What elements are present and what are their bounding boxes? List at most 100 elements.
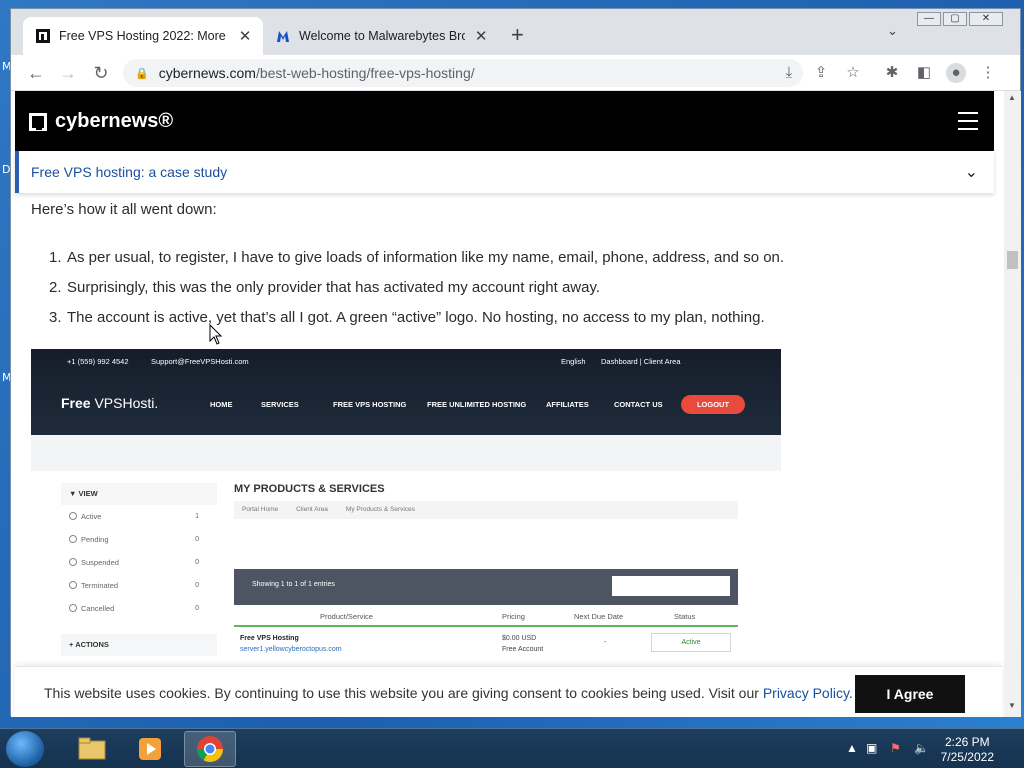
reload-button[interactable]: ↻ (89, 61, 113, 85)
hamburger-menu-icon[interactable] (958, 112, 978, 136)
tab-malwarebytes[interactable]: Welcome to Malwarebytes Brows ✕ (263, 17, 499, 55)
tab-strip: Free VPS Hosting 2022: More Da ✕ Welcome… (11, 9, 1020, 55)
start-button[interactable] (6, 731, 44, 767)
extensions-puzzle-icon[interactable]: ✱ (882, 63, 902, 83)
browser-window: Free VPS Hosting 2022: More Da ✕ Welcome… (10, 8, 1021, 717)
volume-icon[interactable]: 🔈 (914, 741, 929, 755)
screenshot-main: MY PRODUCTS & SERVICES Portal Home Client… (234, 483, 738, 653)
url-host: cybernews.com (158, 65, 256, 81)
screenshot-nav-item: SERVICES (261, 400, 299, 409)
tab-close-icon[interactable]: ✕ (473, 27, 489, 45)
table-of-contents-bar[interactable]: Free VPS hosting: a case study ⌄ (15, 151, 994, 193)
list-item: 1. As per usual, to register, I have to g… (49, 249, 967, 279)
taskbar: ▲ ▣ ⚑ 🔈 2:26 PM 7/25/2022 (0, 728, 1024, 768)
url-path: /best-web-hosting/free-vps-hosting/ (255, 65, 475, 81)
list-number: 1. (49, 249, 62, 266)
screenshot-nav-item: FREE UNLIMITED HOSTING (427, 400, 527, 409)
screenshot-filter-item: Active 1 (61, 505, 217, 528)
screenshot-nav-item: CONTACT US (614, 400, 663, 409)
screenshot-page-title: MY PRODUCTS & SERVICES (234, 483, 385, 495)
tab-close-icon[interactable]: ✕ (237, 27, 253, 45)
install-app-icon[interactable]: ⤓ (779, 63, 799, 83)
cybernews-favicon-icon (35, 28, 51, 44)
tab-title: Free VPS Hosting 2022: More Da (59, 29, 229, 43)
screenshot-top-links: Dashboard | Client Area (601, 357, 681, 366)
maximize-button[interactable]: ▢ (943, 12, 967, 26)
lock-icon: 🔒 (135, 67, 149, 80)
chevron-down-icon[interactable]: ⌄ (965, 162, 978, 182)
cybernews-logo-icon (29, 112, 47, 131)
screenshot-logo: Free VPSHosti. (61, 395, 159, 411)
tab-search-chevron-icon[interactable]: ⌄ (887, 23, 898, 39)
screenshot-sidebar: ▼ VIEW Active 1 Pending 0 Suspended 0 Termi… (61, 483, 217, 656)
cybernews-logo[interactable]: cybernews® (29, 110, 173, 133)
screenshot-table-bar: Showing 1 to 1 of 1 entries (234, 569, 738, 605)
bookmark-star-icon[interactable]: ☆ (843, 63, 863, 83)
profile-avatar-icon[interactable]: ● (946, 63, 966, 83)
close-window-button[interactable]: ✕ (969, 12, 1003, 26)
screenshot-phone: +1 (559) 992 4542 (67, 357, 129, 366)
list-text: Surprisingly, this was the only provider… (67, 279, 601, 296)
mouse-cursor-icon (209, 324, 223, 345)
logo-text: cybernews® (55, 110, 174, 132)
scrollbar-thumb[interactable] (1007, 251, 1018, 269)
screenshot-nav-item: AFFILIATES (546, 400, 589, 409)
steps-list: 1. As per usual, to register, I have to g… (49, 249, 967, 339)
site-header: cybernews® (15, 91, 994, 151)
list-item: 3. The account is active, yet that’s all … (49, 309, 967, 339)
screenshot-band (31, 435, 781, 471)
action-center-icon[interactable]: ⚑ (890, 741, 901, 755)
screenshot-filter-item: Terminated 0 (61, 574, 217, 597)
new-tab-button[interactable]: + (511, 24, 524, 46)
screenshot-filter-item: Suspended 0 (61, 551, 217, 574)
toc-label: Free VPS hosting: a case study (31, 164, 228, 180)
side-panel-icon[interactable]: ◧ (914, 63, 934, 83)
article-intro: Here’s how it all went down: (31, 201, 217, 218)
clock-date: 7/25/2022 (940, 750, 994, 764)
show-hidden-icons-icon[interactable]: ▲ (846, 741, 858, 755)
address-bar[interactable]: 🔒 cybernews.com/best-web-hosting/free-vp… (123, 59, 803, 87)
menu-kebab-icon[interactable]: ⋮ (978, 63, 998, 83)
i-agree-button[interactable]: I Agree (855, 675, 965, 713)
network-icon[interactable]: ▣ (866, 741, 877, 755)
tab-title: Welcome to Malwarebytes Brows (299, 29, 466, 43)
screenshot-actions-header: + ACTIONS (61, 634, 217, 656)
scroll-down-icon[interactable]: ▼ (1008, 701, 1016, 710)
cookie-banner: This website uses cookies. By continuing… (15, 666, 1002, 717)
share-icon[interactable]: ⇪ (811, 63, 831, 83)
screenshot-filter-item: Pending 0 (61, 528, 217, 551)
minimize-button[interactable]: — (917, 12, 941, 26)
clock[interactable]: 2:26 PM 7/25/2022 (941, 735, 994, 765)
cookie-message: This website uses cookies. By continuing… (44, 685, 853, 701)
embedded-screenshot: +1 (559) 992 4542 Support@FreeVPSHosti.c… (31, 349, 781, 717)
malwarebytes-favicon-icon (275, 28, 291, 44)
media-player-icon[interactable] (124, 731, 176, 767)
privacy-policy-link[interactable]: Privacy Policy (763, 685, 849, 701)
tab-free-vps-hosting[interactable]: Free VPS Hosting 2022: More Da ✕ (23, 17, 263, 55)
screenshot-language: English (561, 357, 586, 366)
screenshot-entries-info: Showing 1 to 1 of 1 entries (252, 581, 335, 588)
list-number: 2. (49, 279, 62, 296)
browser-toolbar: ← → ↻ 🔒 cybernews.com/best-web-hosting/f… (11, 55, 1020, 91)
screenshot-email: Support@FreeVPSHosti.com (151, 357, 249, 366)
screenshot-nav-item: HOME (210, 400, 233, 409)
forward-button[interactable]: → (56, 61, 80, 85)
list-number: 3. (49, 309, 62, 326)
screenshot-nav-item: FREE VPS HOSTING (333, 400, 407, 409)
scroll-up-icon[interactable]: ▲ (1008, 93, 1016, 102)
screenshot-logout-button: LOGOUT (681, 395, 745, 414)
list-text: As per usual, to register, I have to giv… (67, 249, 785, 266)
list-text: The account is active, yet that’s all I … (67, 309, 765, 326)
file-explorer-icon[interactable] (66, 731, 118, 767)
chrome-taskbar-icon[interactable] (184, 731, 236, 767)
screenshot-site-header: +1 (559) 992 4542 Support@FreeVPSHosti.c… (31, 349, 781, 435)
screenshot-search-box (612, 576, 730, 596)
page-viewport: cybernews® Free VPS hosting: a case stud… (11, 91, 1004, 717)
screenshot-table-header: Product/Service Pricing Next Due Date St… (234, 605, 738, 627)
page-scrollbar[interactable]: ▲ ▼ (1004, 91, 1021, 717)
clock-time: 2:26 PM (944, 735, 990, 749)
screenshot-status-badge: Active (651, 633, 731, 652)
screenshot-view-header: ▼ VIEW (61, 483, 217, 505)
screenshot-filter-item: Cancelled 0 (61, 597, 217, 620)
back-button[interactable]: ← (24, 61, 48, 85)
